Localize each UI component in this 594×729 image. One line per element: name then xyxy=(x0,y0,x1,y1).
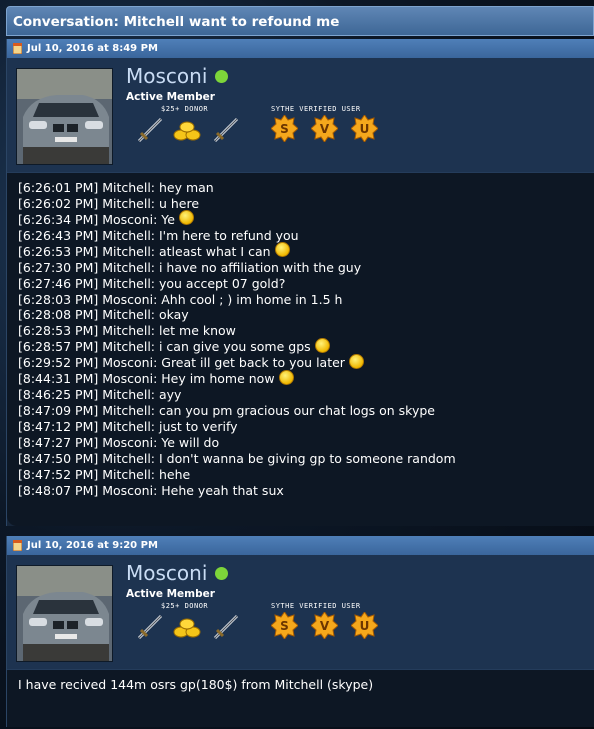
sythe-verified-award: SYTHE VERIFIED USER S V U xyxy=(271,105,378,142)
post-date: Jul 10, 2016 at 9:20 PM xyxy=(27,540,158,551)
chat-line-text: [6:28:57 PM] Mitchell: i can give you so… xyxy=(18,339,311,355)
avatar[interactable] xyxy=(16,565,113,662)
post-message: [6:26:01 PM] Mitchell: hey man [6:26:02 P… xyxy=(7,172,594,526)
chat-line: [6:28:08 PM] Mitchell: okay xyxy=(18,307,583,324)
username-text[interactable]: Mosconi xyxy=(126,561,207,585)
chat-line: [6:27:46 PM] Mitchell: you accept 07 gol… xyxy=(18,276,583,292)
post: Jul 10, 2016 at 9:20 PM Mosconi Active M… xyxy=(6,536,594,727)
chat-line: [6:29:52 PM] Mosconi: Great ill get back… xyxy=(18,353,583,371)
online-status-icon xyxy=(215,566,229,580)
post-message: I have recived 144m osrs gp(180$) from M… xyxy=(7,669,594,727)
gold-coins-icon xyxy=(173,121,201,141)
car-avatar-image xyxy=(17,69,112,164)
chat-line: [8:47:52 PM] Mitchell: hehe xyxy=(18,467,583,483)
smiley-icon xyxy=(178,210,194,226)
chat-line: [6:26:01 PM] Mitchell: hey man xyxy=(18,180,583,196)
svg-text:V: V xyxy=(320,122,330,136)
sythe-award-caption: SYTHE VERIFIED USER xyxy=(271,105,361,113)
chat-line: [6:26:43 PM] Mitchell: I'm here to refun… xyxy=(18,228,583,244)
chat-line-text: [6:26:53 PM] Mitchell: atleast what I ca… xyxy=(18,243,271,259)
post-date-bar: Jul 10, 2016 at 8:49 PM xyxy=(7,39,594,58)
chat-line-text: [6:26:34 PM] Mosconi: Ye xyxy=(18,211,175,227)
chat-line-text: [8:47:52 PM] Mitchell: hehe xyxy=(18,466,191,482)
chat-line-text: [8:47:09 PM] Mitchell: can you pm gracio… xyxy=(18,403,435,419)
sythe-s-badge-icon: S xyxy=(271,115,298,142)
chat-line-text: [6:28:08 PM] Mitchell: okay xyxy=(18,307,189,323)
username-text[interactable]: Mosconi xyxy=(126,64,207,88)
svg-text:U: U xyxy=(360,122,370,136)
smiley-icon xyxy=(348,353,364,369)
chat-line-text: [8:47:50 PM] Mitchell: I don't wanna be … xyxy=(18,450,456,466)
user-title: Active Member xyxy=(126,588,215,600)
svg-text:V: V xyxy=(320,619,330,633)
chat-line: [8:48:07 PM] Mosconi: Hehe yeah that sux xyxy=(18,483,583,499)
conversation-page: Conversation: Mitchell want to refound m… xyxy=(6,6,594,727)
chat-line: [6:27:30 PM] Mitchell: i have no affilia… xyxy=(18,260,583,276)
svg-text:U: U xyxy=(360,619,370,633)
chat-line: [6:26:34 PM] Mosconi: Ye xyxy=(18,210,583,228)
chat-line: [6:28:03 PM] Mosconi: Ahh cool ; ) im ho… xyxy=(18,292,583,308)
chat-line: [8:46:25 PM] Mitchell: ayy xyxy=(18,387,583,403)
post-date-bar: Jul 10, 2016 at 9:20 PM xyxy=(7,536,594,555)
user-info: Mosconi Active Member $25+ DONOR SYTHE V… xyxy=(7,555,594,669)
chat-line-text: [6:26:02 PM] Mitchell: u here xyxy=(18,195,200,211)
chat-log: [6:26:01 PM] Mitchell: hey man [6:26:02 P… xyxy=(18,180,583,499)
smiley-icon xyxy=(278,369,294,385)
post-icon xyxy=(13,540,22,551)
chat-line: [8:47:09 PM] Mitchell: can you pm gracio… xyxy=(18,403,583,419)
conversation-title: Conversation: Mitchell want to refound m… xyxy=(6,6,594,36)
chat-line: [8:47:27 PM] Mosconi: Ye will do xyxy=(18,435,583,451)
donor-award-caption: $25+ DONOR xyxy=(161,105,209,113)
username[interactable]: Mosconi xyxy=(126,561,229,585)
sythe-verified-award: SYTHE VERIFIED USER S V U xyxy=(271,602,378,639)
chat-line: [6:26:02 PM] Mitchell: u here xyxy=(18,196,583,212)
sword-icon xyxy=(213,614,239,640)
donor-award: $25+ DONOR xyxy=(135,602,241,642)
donor-award-caption: $25+ DONOR xyxy=(161,602,209,610)
smiley-icon xyxy=(274,242,290,258)
post-date: Jul 10, 2016 at 8:49 PM xyxy=(27,43,158,54)
post: Jul 10, 2016 at 8:49 PM Mosconi Active M… xyxy=(6,39,594,526)
chat-line-text: [6:28:53 PM] Mitchell: let me know xyxy=(18,323,236,339)
sythe-v-badge-icon: V xyxy=(311,612,338,639)
chat-line: [6:28:57 PM] Mitchell: i can give you so… xyxy=(18,337,583,355)
chat-line: [8:47:50 PM] Mitchell: I don't wanna be … xyxy=(18,451,583,467)
sythe-s-badge-icon: S xyxy=(271,612,298,639)
car-avatar-image xyxy=(17,566,112,661)
user-info: Mosconi Active Member $25+ DONOR SYTHE V… xyxy=(7,58,594,172)
svg-text:S: S xyxy=(280,619,289,633)
chat-line: [8:44:31 PM] Mosconi: Hey im home now xyxy=(18,369,583,387)
chat-line-text: [6:29:52 PM] Mosconi: Great ill get back… xyxy=(18,355,345,371)
chat-line-text: [8:48:07 PM] Mosconi: Hehe yeah that sux xyxy=(18,482,284,498)
chat-line-text: [6:27:30 PM] Mitchell: i have no affilia… xyxy=(18,259,362,275)
sword-icon xyxy=(213,117,239,143)
chat-line: [6:26:53 PM] Mitchell: atleast what I ca… xyxy=(18,242,583,260)
chat-line-text: [6:26:01 PM] Mitchell: hey man xyxy=(18,179,214,195)
sword-icon xyxy=(137,117,163,143)
chat-line-text: [6:26:43 PM] Mitchell: I'm here to refun… xyxy=(18,227,299,243)
chat-line-text: [8:47:27 PM] Mosconi: Ye will do xyxy=(18,434,220,450)
sythe-u-badge-icon: U xyxy=(351,115,378,142)
sythe-v-badge-icon: V xyxy=(311,115,338,142)
gold-coins-icon xyxy=(173,618,201,638)
sword-icon xyxy=(137,614,163,640)
username[interactable]: Mosconi xyxy=(126,64,229,88)
chat-line-text: [8:47:12 PM] Mitchell: just to verify xyxy=(18,419,238,435)
chat-line-text: [6:27:46 PM] Mitchell: you accept 07 gol… xyxy=(18,275,286,291)
svg-text:S: S xyxy=(280,122,289,136)
avatar[interactable] xyxy=(16,68,113,165)
user-title: Active Member xyxy=(126,91,215,103)
sythe-u-badge-icon: U xyxy=(351,612,378,639)
chat-line: [6:28:53 PM] Mitchell: let me know xyxy=(18,323,583,339)
chat-line-text: [8:44:31 PM] Mosconi: Hey im home now xyxy=(18,371,275,387)
chat-line-text: [8:46:25 PM] Mitchell: ayy xyxy=(18,387,182,403)
smiley-icon xyxy=(314,337,330,353)
donor-award: $25+ DONOR xyxy=(135,105,241,145)
post-icon xyxy=(13,43,22,54)
sythe-award-caption: SYTHE VERIFIED USER xyxy=(271,602,361,610)
post-message-text: I have recived 144m osrs gp(180$) from M… xyxy=(18,677,374,692)
chat-line: [8:47:12 PM] Mitchell: just to verify xyxy=(18,419,583,435)
chat-line-text: [6:28:03 PM] Mosconi: Ahh cool ; ) im ho… xyxy=(18,291,343,307)
online-status-icon xyxy=(215,69,229,83)
